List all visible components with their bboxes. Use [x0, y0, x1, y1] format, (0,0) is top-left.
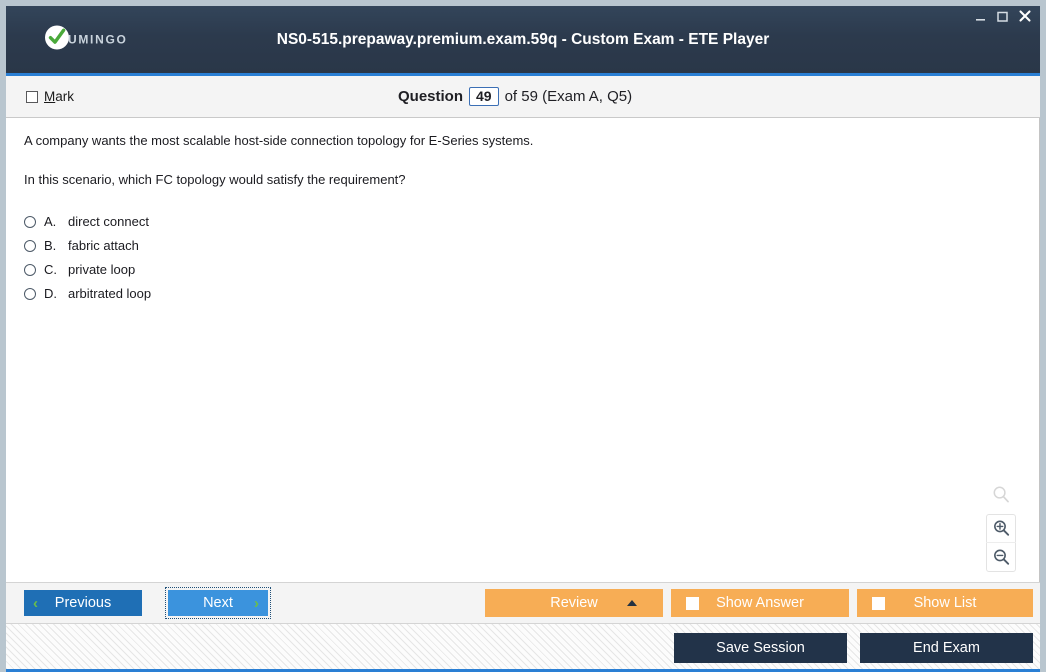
question-counter: Question 49 of 59 (Exam A, Q5): [398, 86, 633, 107]
question-header-bar: Mark Question 49 of 59 (Exam A, Q5): [6, 76, 1040, 118]
review-dropdown-button[interactable]: Review: [485, 589, 663, 617]
brand-logo: UMINGO: [44, 24, 128, 55]
next-button[interactable]: Next ›: [165, 587, 271, 619]
show-answer-checkbox-icon[interactable]: [686, 596, 699, 610]
answer-choice-a[interactable]: A. direct connect: [24, 210, 1019, 234]
previous-button-label: Previous: [54, 595, 112, 611]
question-stem-line-1: A company wants the most scalable host-s…: [24, 133, 534, 148]
choice-letter-c: C.: [44, 262, 57, 278]
show-list-checkbox-icon[interactable]: [872, 596, 885, 610]
choice-text-a: direct connect: [68, 214, 149, 230]
show-list-button-label: Show List: [913, 595, 977, 611]
question-stem-line-2: In this scenario, which FC topology woul…: [24, 171, 406, 187]
choice-text-d: arbitrated loop: [68, 286, 152, 302]
show-answer-button-label: Show Answer: [716, 595, 804, 611]
radio-button-b[interactable]: [24, 239, 36, 252]
brand-name-text: UMINGO: [68, 32, 128, 47]
close-icon[interactable]: [1018, 9, 1032, 23]
mark-label: Mark: [44, 89, 74, 104]
zoom-controls: [985, 485, 1017, 572]
question-total-label: of 59 (Exam A, Q5): [504, 87, 633, 105]
show-answer-button[interactable]: Show Answer: [671, 589, 849, 617]
question-word-label: Question: [398, 87, 464, 105]
app-window: UMINGO NS0-515.prepaway.premium.exam.59q…: [0, 0, 1046, 672]
window-inner: UMINGO NS0-515.prepaway.premium.exam.59q…: [6, 6, 1040, 672]
window-title: NS0-515.prepaway.premium.exam.59q - Cust…: [276, 30, 770, 48]
answer-choice-b[interactable]: B. fabric attach: [24, 234, 1019, 258]
radio-button-d[interactable]: [24, 287, 36, 300]
question-number-field[interactable]: 49: [469, 86, 499, 107]
magnifier-icon[interactable]: [991, 485, 1011, 510]
radio-button-a[interactable]: [24, 215, 36, 228]
next-button-label: Next: [203, 595, 233, 611]
answer-choice-d[interactable]: D. arbitrated loop: [24, 282, 1019, 306]
end-exam-button[interactable]: End Exam: [860, 633, 1033, 663]
choice-text-b: fabric attach: [68, 238, 139, 254]
title-bar: UMINGO NS0-515.prepaway.premium.exam.59q…: [6, 6, 1040, 76]
mark-label-rest: ark: [55, 89, 75, 104]
footer-bar: Save Session End Exam: [6, 624, 1040, 672]
save-session-button-label: Save Session: [716, 640, 805, 656]
answer-choice-c[interactable]: C. private loop: [24, 258, 1019, 282]
answer-choice-list: A. direct connect B. fabric attach C. pr…: [24, 210, 1019, 306]
minimize-icon[interactable]: [974, 10, 987, 23]
choice-letter-b: B.: [44, 238, 57, 254]
action-toolbar: ‹ Previous Next › Review Show Answer Sho…: [6, 582, 1040, 624]
vumingo-check-logo-icon: [44, 24, 70, 55]
choice-text-c: private loop: [68, 262, 136, 278]
radio-button-c[interactable]: [24, 263, 36, 276]
previous-button[interactable]: ‹ Previous: [24, 590, 142, 616]
end-exam-button-label: End Exam: [913, 640, 980, 656]
zoom-in-icon[interactable]: [986, 515, 1016, 543]
mark-checkbox-box[interactable]: [26, 90, 38, 103]
maximize-icon[interactable]: [996, 10, 1009, 23]
chevron-up-icon: [627, 600, 637, 606]
question-content-area: A company wants the most scalable host-s…: [6, 118, 1040, 582]
zoom-out-icon[interactable]: [986, 543, 1016, 571]
chevron-left-icon: ‹: [33, 594, 38, 612]
zoom-button-stack: [986, 514, 1016, 572]
save-session-button[interactable]: Save Session: [674, 633, 847, 663]
mark-accel-letter: M: [44, 89, 56, 104]
show-list-button[interactable]: Show List: [857, 589, 1033, 617]
review-button-label: Review: [550, 595, 598, 611]
chevron-right-icon: ›: [254, 594, 259, 612]
mark-question-checkbox[interactable]: Mark: [26, 89, 74, 104]
window-controls: [974, 9, 1032, 23]
choice-letter-d: D.: [44, 286, 57, 302]
choice-letter-a: A.: [44, 214, 57, 230]
